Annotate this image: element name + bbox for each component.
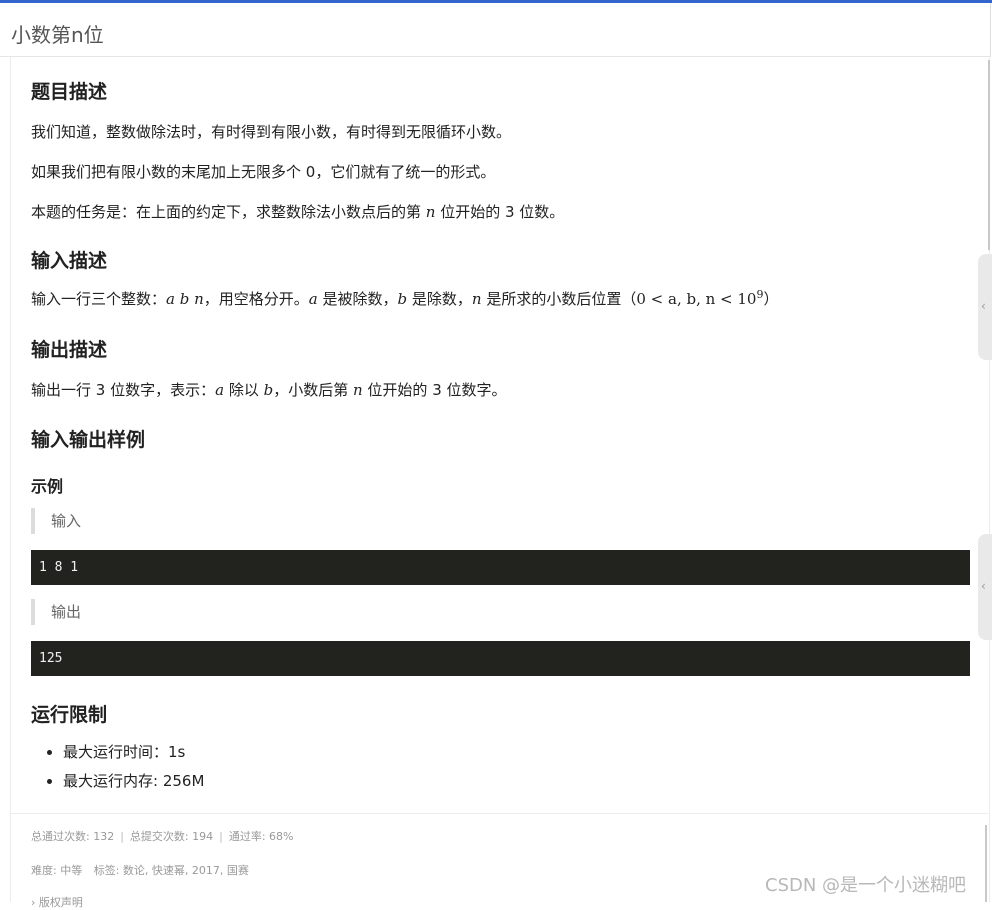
chevron-left-icon: ‹: [981, 299, 986, 313]
output-var-a: a: [215, 381, 225, 399]
tags-label[interactable]: 标签: 数论, 快速幂, 2017, 国赛: [94, 864, 249, 877]
input-heading: 输入描述: [31, 250, 108, 272]
output-var-b: b: [263, 381, 274, 399]
output-heading: 输出描述: [31, 339, 108, 361]
sample-output-code[interactable]: 125: [31, 641, 970, 676]
stat-submitted: 总提交次数: 194: [129, 830, 214, 843]
tags-line: 难度: 中等 标签: 数论, 快速幂, 2017, 国赛: [31, 862, 249, 878]
input-text-5: 是所求的小数后位置（: [481, 290, 637, 308]
input-text-3: 是被除数，: [317, 290, 398, 308]
input-range: 0 < a, b, n < 10: [636, 290, 757, 308]
limit-time: 最大运行时间：1s: [63, 738, 204, 767]
output-text-1: 输出一行 3 位数字，表示：: [31, 381, 216, 399]
description-heading: 题目描述: [31, 81, 108, 103]
p3-var-n: n: [425, 203, 436, 221]
p3-text-post: 位开始的 3 位数。: [435, 203, 565, 221]
problem-title: 小数第n位: [11, 23, 104, 47]
stat-passed: 总通过次数: 132: [31, 830, 115, 843]
input-text-1: 输入一行三个整数：: [31, 290, 167, 308]
input-var-abn: a b n: [166, 290, 204, 308]
input-var-b: b: [397, 290, 408, 308]
input-var-a: a: [308, 290, 318, 308]
p3-text-pre: 本题的任务是：在上面的约定下，求整数除法小数点后的第: [31, 203, 426, 221]
stat-rate: 通过率: 68%: [228, 830, 294, 843]
copyright-toggle[interactable]: › 版权声明: [31, 894, 83, 910]
description-paragraph-2: 如果我们把有限小数的末尾加上无限多个 0，它们就有了统一的形式。: [31, 163, 496, 181]
output-var-n: n: [352, 381, 363, 399]
footer-divider: [10, 813, 988, 814]
problem-header: 小数第n位: [0, 3, 991, 57]
output-paragraph: 输出一行 3 位数字，表示：a 除以 b，小数后第 n 位开始的 3 位数字。: [31, 379, 507, 400]
collapse-tab-bottom[interactable]: ‹: [978, 534, 992, 640]
sample-input-label: 输入: [31, 508, 81, 534]
input-text-2: ，用空格分开。: [203, 290, 309, 308]
stats-line: 总通过次数: 132 | 总提交次数: 194 | 通过率: 68%: [31, 830, 294, 843]
scrollbar-track-bottom[interactable]: [985, 825, 987, 902]
limits-list: 最大运行时间：1s 最大运行内存: 256M: [49, 738, 204, 796]
limits-heading: 运行限制: [31, 704, 108, 726]
difficulty-label: 难度: 中等: [31, 864, 83, 877]
input-var-n: n: [471, 290, 482, 308]
output-text-4: 位开始的 3 位数字。: [362, 381, 507, 399]
input-paragraph: 输入一行三个整数：a b n，用空格分开。a 是被除数，b 是除数，n 是所求的…: [31, 288, 779, 309]
output-text-3: ，小数后第: [273, 381, 353, 399]
description-paragraph-1: 我们知道，整数做除法时，有时得到有限小数，有时得到无限循环小数。: [31, 123, 512, 141]
input-text-6: ）: [763, 290, 779, 308]
output-text-2: 除以: [224, 381, 264, 399]
samples-heading: 输入输出样例: [31, 429, 146, 451]
sample-input-code[interactable]: 1 8 1: [31, 550, 970, 585]
chevron-left-icon: ‹: [981, 579, 986, 593]
sample-output-label: 输出: [31, 599, 81, 625]
example-label: 示例: [31, 477, 64, 496]
limit-memory: 最大运行内存: 256M: [63, 767, 204, 796]
input-text-4: 是除数，: [407, 290, 472, 308]
csdn-watermark: CSDN @是一个小迷糊吧: [765, 875, 967, 896]
description-paragraph-3: 本题的任务是：在上面的约定下，求整数除法小数点后的第 n 位开始的 3 位数。: [31, 201, 564, 222]
collapse-tab-top[interactable]: ‹: [978, 254, 992, 360]
scrollbar-track[interactable]: [988, 60, 990, 250]
